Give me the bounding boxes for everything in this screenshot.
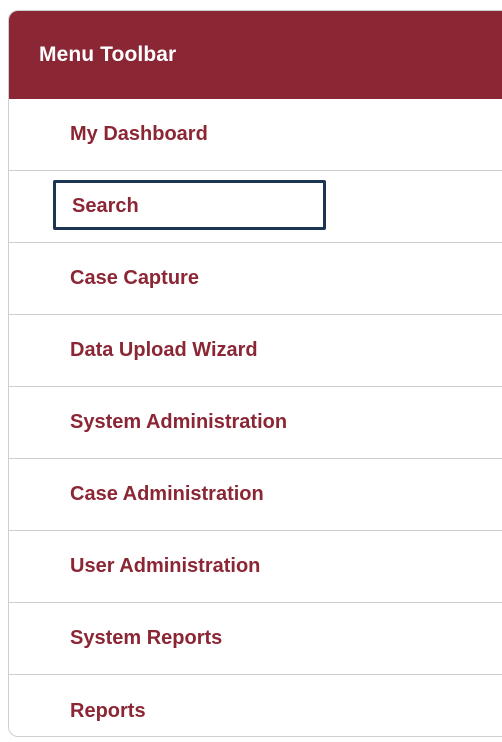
menu-item-system-administration[interactable]: System Administration (9, 387, 502, 459)
menu-item-search[interactable]: Search (9, 171, 502, 243)
menu-item-label: Case Administration (70, 483, 264, 505)
menu-item-my-dashboard[interactable]: My Dashboard (9, 99, 502, 171)
menu-item-label: Reports (70, 699, 146, 722)
menu-header: Menu Toolbar (9, 11, 502, 99)
menu-item-label: Case Capture (70, 267, 199, 289)
menu-list: My Dashboard Search Case Capture Data Up… (9, 99, 502, 736)
menu-item-label: User Administration (70, 555, 261, 577)
menu-item-data-upload-wizard[interactable]: Data Upload Wizard (9, 315, 502, 387)
menu-item-label: Data Upload Wizard (70, 339, 258, 361)
menu-item-case-capture[interactable]: Case Capture (9, 243, 502, 315)
menu-item-reports[interactable]: Reports (9, 675, 502, 736)
menu-item-user-administration[interactable]: User Administration (9, 531, 502, 603)
menu-item-label: System Administration (70, 411, 288, 433)
menu-item-system-reports[interactable]: System Reports (9, 603, 502, 675)
menu-item-label: Search (72, 195, 139, 217)
menu-item-label: My Dashboard (70, 123, 208, 145)
menu-title: Menu Toolbar (39, 43, 177, 66)
menu-toolbar-panel: Menu Toolbar My Dashboard Search Case Ca… (8, 10, 502, 737)
menu-item-case-administration[interactable]: Case Administration (9, 459, 502, 531)
menu-item-label: System Reports (70, 627, 223, 649)
